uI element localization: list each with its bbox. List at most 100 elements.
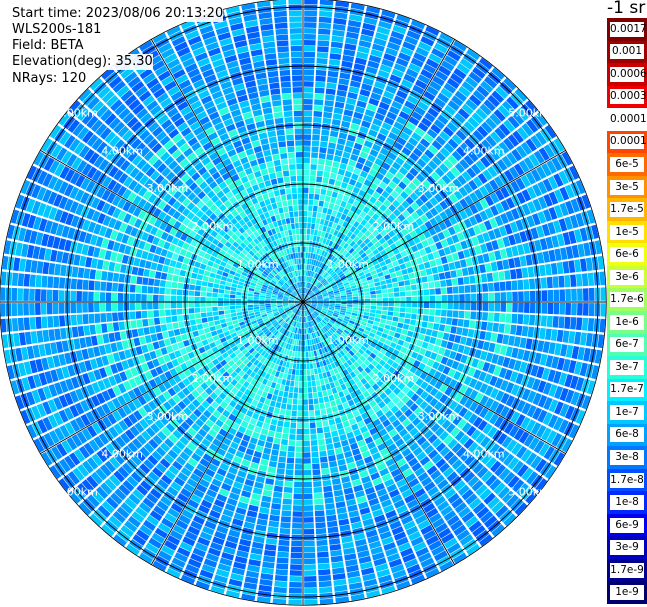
range-gate: [330, 197, 337, 204]
range-gate: [437, 331, 444, 339]
range-gate: [448, 262, 456, 271]
range-gate: [247, 293, 254, 297]
range-gate: [230, 312, 237, 317]
range-gate: [167, 330, 175, 338]
range-gate: [229, 294, 236, 299]
range-gate: [266, 436, 274, 443]
range-gate: [313, 111, 323, 118]
range-gate: [169, 259, 177, 268]
range-gate: [541, 290, 548, 302]
range-gate: [320, 462, 329, 469]
range-gate: [326, 443, 334, 451]
range-gate: [19, 258, 27, 272]
range-gate: [303, 528, 315, 535]
range-gate: [370, 290, 376, 295]
range-gate: [177, 315, 184, 322]
range-gate: [303, 499, 313, 506]
range-gate: [482, 293, 489, 302]
range-gate: [512, 291, 518, 302]
range-gate: [152, 341, 160, 350]
range-gate: [102, 260, 110, 271]
range-gate: [279, 384, 285, 391]
range-gate: [201, 339, 209, 346]
range-gate: [304, 334, 307, 340]
range-gate: [323, 485, 333, 493]
range-gate: [310, 428, 317, 435]
range-gate: [207, 282, 214, 288]
range-gate: [435, 338, 442, 346]
range-gate: [13, 257, 21, 271]
range-gate: [347, 304, 353, 307]
range-gate: [508, 335, 516, 346]
range-gate: [440, 287, 447, 295]
range-gate: [600, 287, 606, 301]
range-gate: [331, 478, 341, 485]
range-gate: [568, 260, 576, 273]
range-gate: [375, 289, 382, 294]
range-gate: [176, 295, 183, 302]
range-gate: [446, 254, 454, 263]
range-gate: [101, 323, 108, 333]
range-gate: [79, 255, 87, 267]
range-gate: [445, 317, 453, 325]
range-gate: [388, 302, 394, 307]
range-gate: [117, 293, 124, 302]
range-gate: [299, 375, 303, 382]
range-gate: [328, 178, 336, 186]
range-gate: [274, 431, 282, 439]
range-gate: [303, 216, 308, 223]
range-gate: [223, 298, 230, 302]
range-gate: [525, 338, 533, 350]
range-gate: [176, 302, 183, 309]
range-gate: [553, 303, 560, 315]
range-gate: [196, 255, 204, 263]
range-gate: [484, 331, 492, 342]
range-gate: [511, 280, 518, 291]
range-gate: [428, 315, 435, 323]
range-gate: [268, 387, 275, 394]
range-gate: [303, 440, 310, 447]
range-gate: [159, 317, 166, 324]
range-gate: [23, 303, 29, 316]
range-gate: [384, 274, 391, 280]
range-gate: [318, 16, 332, 24]
range-gate: [480, 273, 488, 283]
range-gate: [388, 306, 394, 312]
range-gate: [337, 168, 346, 176]
range-gate: [390, 326, 397, 332]
range-gate: [319, 0, 334, 6]
range-gate: [435, 302, 442, 309]
range-gate: [341, 476, 351, 484]
range-gate: [303, 140, 311, 146]
range-gate: [429, 288, 436, 295]
range-gate: [94, 280, 101, 291]
range-gate: [400, 297, 406, 302]
range-gate: [453, 294, 459, 302]
range-gate: [312, 128, 321, 135]
range-gate: [375, 285, 382, 291]
range-gate: [296, 339, 299, 346]
range-gate: [317, 164, 325, 171]
range-gate: [288, 439, 296, 446]
range-gate: [364, 302, 371, 306]
range-gate: [325, 383, 331, 390]
range-gate: [453, 302, 459, 310]
range-gate: [316, 170, 324, 177]
range-gate: [40, 289, 47, 301]
range-gate: [335, 198, 342, 206]
range-gate: [194, 313, 201, 319]
range-gate: [298, 399, 303, 405]
range-gate: [409, 319, 417, 326]
range-gate: [273, 586, 287, 594]
range-gate: [264, 398, 271, 406]
range-gate: [395, 270, 403, 277]
range-gate: [339, 163, 347, 170]
range-gate: [487, 312, 494, 322]
range-gate: [582, 288, 589, 301]
range-gate: [0, 271, 7, 286]
range-gate: [154, 325, 162, 333]
range-gate: [293, 487, 303, 494]
range-gate: [294, 351, 298, 358]
range-gate: [399, 307, 406, 313]
range-gate: [281, 439, 288, 446]
